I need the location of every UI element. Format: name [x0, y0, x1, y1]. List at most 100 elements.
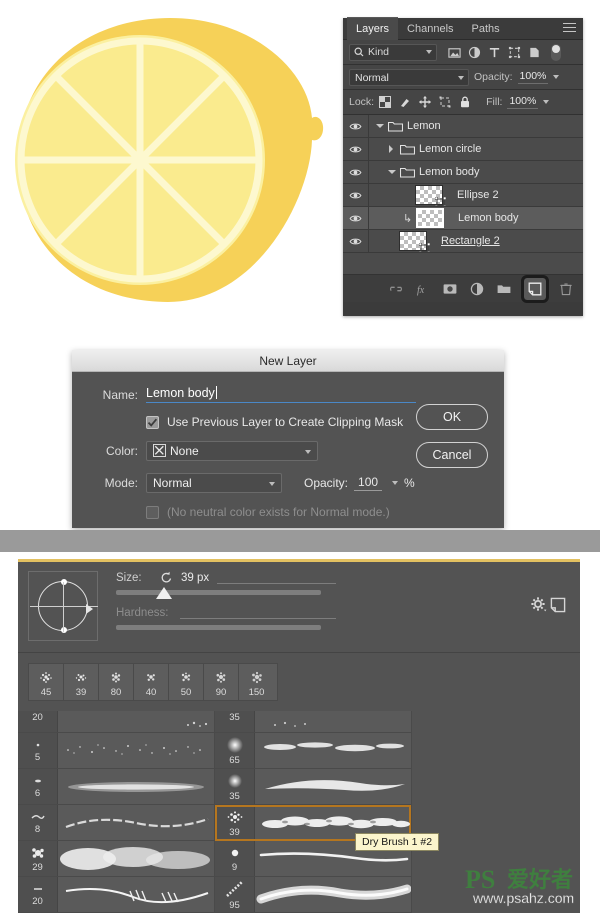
lock-position-icon[interactable] [419, 96, 432, 108]
brush-stroke-preview [255, 769, 411, 804]
list-item[interactable]: 39 [64, 664, 99, 700]
list-item[interactable]: 29 [18, 841, 214, 877]
new-group-icon[interactable] [497, 282, 511, 296]
hamburger-menu-icon[interactable] [563, 23, 576, 34]
gear-icon[interactable] [530, 596, 547, 613]
fill-value[interactable]: 100% [507, 95, 539, 109]
layer-visibility-toggle[interactable] [343, 115, 369, 137]
layer-thumbnail[interactable] [415, 185, 446, 206]
hardness-row: Hardness: [116, 607, 336, 619]
size-value[interactable]: 39 px [181, 572, 209, 584]
list-item[interactable]: 8 [18, 805, 214, 841]
shape-filter-icon[interactable] [508, 46, 521, 59]
brush-size-label: 35 [229, 712, 240, 723]
kind-filter-select[interactable]: Kind [349, 43, 437, 61]
link-layers-icon[interactable] [389, 282, 403, 296]
opacity-input[interactable]: 100 [354, 475, 383, 491]
chevron-down-icon[interactable] [553, 75, 560, 79]
layer-visibility-toggle[interactable] [343, 184, 369, 206]
layer-content: Lemon [369, 115, 583, 137]
chevron-down-icon[interactable] [543, 100, 550, 104]
shape-badge-icon [419, 243, 430, 252]
table-row[interactable]: Rectangle 2 [343, 230, 583, 253]
brush-stroke-preview [255, 711, 411, 732]
layer-name-input[interactable]: Lemon body [146, 386, 416, 403]
brush-settings-area: Size: 39 px Hardness: [18, 559, 580, 642]
list-item[interactable]: 35 [215, 711, 411, 733]
list-item[interactable]: 95 [215, 877, 411, 913]
layer-visibility-toggle[interactable] [343, 207, 369, 229]
filter-toggle[interactable] [551, 43, 561, 61]
lock-artboard-icon[interactable] [439, 96, 451, 108]
layer-content: Lemon body [369, 161, 583, 183]
tab-paths[interactable]: Paths [463, 18, 509, 40]
blend-mode-select[interactable]: Normal [349, 68, 469, 86]
chevron-right-icon[interactable] [387, 144, 396, 154]
angle-handle-bottom[interactable] [61, 627, 67, 633]
tab-layers[interactable]: Layers [347, 17, 399, 40]
list-item[interactable]: 90 [204, 664, 239, 700]
mode-label: Mode: [104, 476, 138, 490]
size-slider-knob[interactable] [156, 587, 172, 599]
table-row[interactable]: Ellipse 2 [343, 184, 583, 207]
lock-image-pixels-icon[interactable] [399, 96, 411, 108]
image-filter-icon[interactable] [448, 46, 461, 59]
new-adjustment-layer-icon[interactable] [470, 282, 484, 296]
adjustment-filter-icon[interactable] [468, 46, 481, 59]
lock-all-icon[interactable] [459, 96, 471, 108]
layer-thumbnail[interactable] [416, 208, 444, 228]
stroke-speckle [187, 721, 208, 727]
list-item[interactable]: 45 [29, 664, 64, 700]
hardness-slider-track [116, 625, 321, 630]
brush-size-cell: 6 [18, 769, 58, 804]
angle-pointer-icon[interactable] [86, 604, 93, 614]
table-row[interactable]: Lemon [343, 115, 583, 138]
tab-channels[interactable]: Channels [398, 18, 462, 40]
list-item[interactable]: 20 [18, 877, 214, 913]
table-row[interactable]: Lemon body [343, 161, 583, 184]
opacity-value[interactable]: 100% [517, 70, 549, 84]
layer-color-select[interactable]: None [146, 441, 318, 461]
list-item[interactable]: 6 [18, 769, 214, 805]
layer-visibility-toggle[interactable] [343, 138, 369, 160]
eye-icon [349, 123, 362, 129]
brush-size-cell: 20 [18, 877, 58, 912]
chevron-down-icon[interactable] [387, 168, 396, 177]
list-item[interactable]: 50 [169, 664, 204, 700]
cancel-button[interactable]: Cancel [416, 442, 488, 468]
brush-size-label: 150 [248, 687, 265, 698]
list-item[interactable]: 40 [134, 664, 169, 700]
table-row[interactable]: Lemon circle [343, 138, 583, 161]
table-row[interactable]: ↳ Lemon body [343, 207, 583, 230]
ok-button[interactable]: OK [416, 404, 488, 430]
no-color-icon [153, 444, 166, 457]
brush-size-strip: 45 39 80 40 50 90 150 [28, 663, 278, 701]
new-layer-icon[interactable] [521, 274, 549, 303]
list-item[interactable]: 5 [18, 733, 214, 769]
add-layer-mask-icon[interactable] [443, 282, 457, 296]
lock-transparent-pixels-icon[interactable] [379, 96, 392, 108]
chevron-down-icon[interactable] [375, 122, 384, 131]
list-item[interactable]: 65 [215, 733, 411, 769]
brush-tip-preview[interactable] [28, 571, 98, 641]
delete-layer-icon[interactable] [559, 282, 573, 296]
chevron-down-icon[interactable] [392, 481, 399, 485]
new-brush-preset-icon[interactable] [550, 597, 566, 613]
blend-mode-select[interactable]: Normal [146, 473, 282, 493]
reset-icon[interactable] [160, 571, 173, 584]
layer-style-fx-icon[interactable]: fx [416, 282, 430, 296]
layer-thumbnail[interactable] [399, 231, 430, 252]
angle-handle-top[interactable] [61, 579, 67, 585]
layer-visibility-toggle[interactable] [343, 230, 369, 252]
list-item[interactable]: 35 [215, 769, 411, 805]
list-item[interactable]: 20 [18, 711, 214, 733]
layer-visibility-toggle[interactable] [343, 161, 369, 183]
type-filter-icon[interactable] [488, 46, 501, 59]
brush-size-cell: 39 [215, 805, 255, 840]
clipping-mask-checkbox[interactable] [146, 415, 159, 429]
smart-object-filter-icon[interactable] [528, 46, 541, 59]
list-item[interactable]: 80 [99, 664, 134, 700]
mode-row: Mode: Normal Opacity: 100 % [72, 473, 504, 493]
list-item[interactable]: 150 [239, 664, 274, 700]
size-slider-track[interactable] [116, 587, 321, 599]
